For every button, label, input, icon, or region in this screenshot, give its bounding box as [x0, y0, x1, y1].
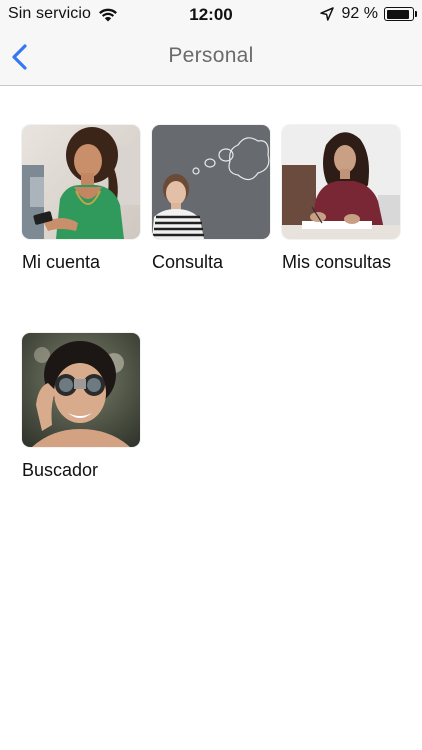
- status-right: 92 %: [319, 5, 417, 23]
- tile-label: Buscador: [22, 460, 99, 480]
- tile-mis-consultas[interactable]: Mis consultas: [282, 125, 402, 273]
- tile-buscador[interactable]: Buscador: [22, 333, 142, 481]
- battery-percent: 92 %: [341, 5, 378, 22]
- tile-label: Mis consultas: [282, 252, 392, 272]
- battery-cap: [414, 11, 417, 17]
- battery-icon: [384, 7, 417, 21]
- tile-consulta[interactable]: Consulta: [152, 125, 272, 273]
- tile-mi-cuenta[interactable]: Mi cuenta: [22, 125, 142, 273]
- nav-bar: Personal: [0, 30, 422, 86]
- status-bar: Sin servicio 12:00 92 %: [0, 0, 422, 30]
- tile-label: Mi cuenta: [22, 252, 101, 272]
- location-arrow-icon: [319, 7, 334, 21]
- woman-with-phone-image: [22, 125, 140, 239]
- page-title: Personal: [168, 44, 254, 67]
- tile-label: Consulta: [152, 252, 224, 272]
- woman-writing-at-desk-image: [282, 125, 400, 239]
- woman-thinking-chalkboard-image: [152, 125, 270, 239]
- woman-with-binoculars-image: [22, 333, 140, 447]
- battery-fill: [386, 9, 409, 19]
